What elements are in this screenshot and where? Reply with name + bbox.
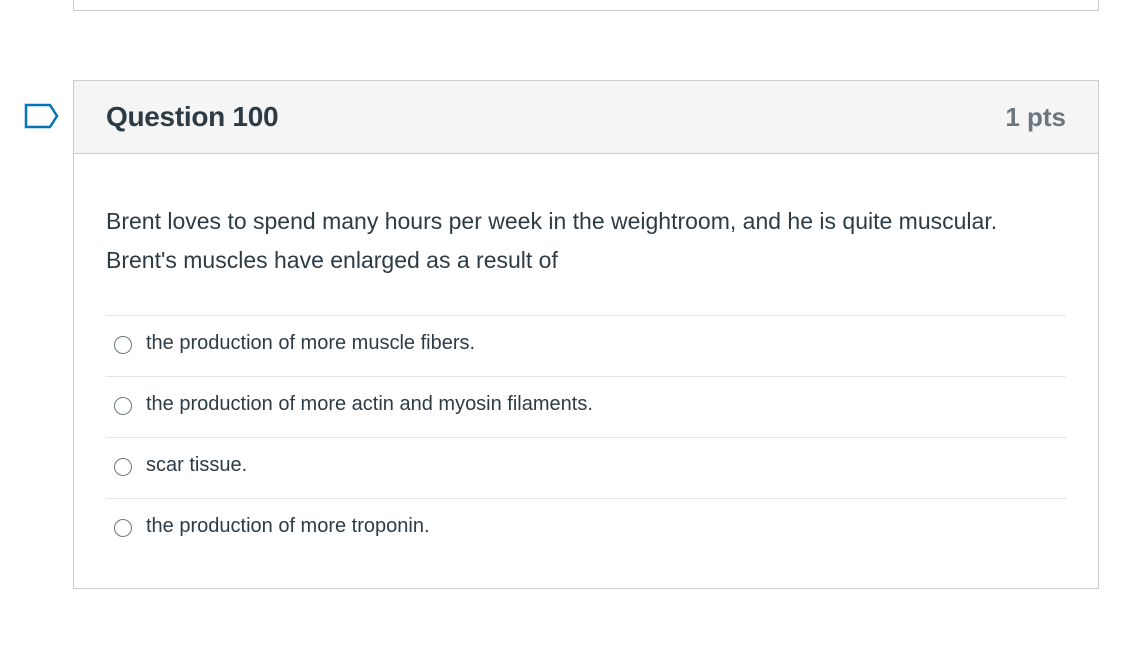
answer-label: the production of more troponin. bbox=[146, 515, 430, 537]
radio-button[interactable] bbox=[114, 397, 132, 415]
question-title: Question 100 bbox=[106, 101, 279, 132]
radio-button[interactable] bbox=[114, 519, 132, 537]
answer-label: the production of more muscle fibers. bbox=[146, 332, 476, 354]
quiz-page: Question 100 1 pts Brent loves to spend … bbox=[0, 0, 1146, 656]
answer-label: the production of more actin and myosin … bbox=[146, 393, 593, 415]
answer-option[interactable]: the production of more troponin. bbox=[106, 498, 1066, 559]
answer-option[interactable]: the production of more muscle fibers. bbox=[106, 315, 1066, 376]
answer-option[interactable]: the production of more actin and myosin … bbox=[106, 376, 1066, 437]
radio-button[interactable] bbox=[114, 336, 132, 354]
radio-button[interactable] bbox=[114, 458, 132, 476]
previous-question-card bbox=[73, 0, 1099, 11]
question-points: 1 pts bbox=[1005, 102, 1066, 132]
answer-list: the production of more muscle fibers. th… bbox=[106, 315, 1066, 559]
answer-label: scar tissue. bbox=[146, 454, 248, 476]
question-header: Question 100 1 pts bbox=[74, 81, 1098, 154]
question-card: Question 100 1 pts Brent loves to spend … bbox=[73, 80, 1099, 589]
question-text: Brent loves to spend many hours per week… bbox=[106, 208, 998, 273]
answer-option[interactable]: scar tissue. bbox=[106, 437, 1066, 498]
flag-question-icon[interactable] bbox=[24, 103, 60, 129]
